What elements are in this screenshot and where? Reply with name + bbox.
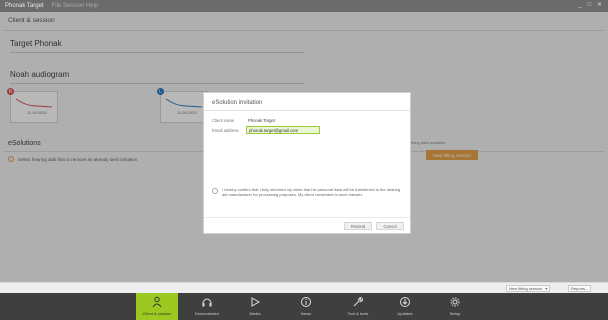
title-bar: Phonak Target File Session Help _ □ ✕ [0,0,608,12]
title-menu[interactable]: File Session Help [52,3,99,9]
consent-radio[interactable] [212,188,218,194]
reports-button[interactable]: Reports... [568,285,592,292]
email-address-input[interactable] [246,126,320,134]
new-fitting-session-select-label: New fitting session [509,286,543,291]
person-icon [152,296,162,308]
resend-button[interactable]: Resend [344,222,372,230]
wrench-icon [353,296,364,307]
nav-label: Updates [397,311,413,316]
dialog-title: eSolution invitation [212,100,263,106]
nav-news[interactable]: News [285,293,327,320]
nav-label: Setup [449,311,461,316]
nav-demonstrator[interactable]: Demonstrator [186,293,228,320]
action-bar: New fitting session ▾ Reports... [0,282,608,293]
chevron-down-icon: ▾ [545,286,548,291]
nav-updates[interactable]: Updates [384,293,426,320]
nav-client-session[interactable]: Client & session [136,293,178,320]
nav-setup[interactable]: Setup [434,293,476,320]
consent-row[interactable]: I hereby confirm that I fully informed m… [212,187,402,198]
client-name-label: Client name [212,118,235,123]
window-controls[interactable]: _ □ ✕ [579,1,604,8]
nav-label: Media [249,311,261,316]
nav-label: Demonstrator [194,311,220,316]
gear-icon [450,297,460,307]
client-name-value: Phonak Target [248,118,275,123]
nav-tools[interactable]: Tool & tools [337,293,379,320]
nav-media[interactable]: Media [234,293,276,320]
nav-label: Tool & tools [347,311,369,316]
dialog-title-divider [204,110,410,111]
email-address-label: Email address [212,128,239,133]
consent-text: I hereby confirm that I fully informed m… [222,187,401,198]
new-fitting-session-select[interactable]: New fitting session ▾ [506,285,551,292]
nav-label: Client & session [142,311,172,316]
app-title: Phonak Target [5,3,44,9]
bottom-navigation: Client & session Demonstrator Media News… [0,293,608,320]
dialog-footer: Resend Cancel [204,217,410,233]
esolution-invitation-dialog: eSolution invitation Client name Phonak … [203,92,411,234]
headphones-icon [202,298,212,307]
download-icon [400,297,410,307]
info-icon [301,297,311,307]
play-icon [251,297,261,307]
nav-label: News [300,311,311,316]
cancel-button[interactable]: Cancel [376,222,404,230]
